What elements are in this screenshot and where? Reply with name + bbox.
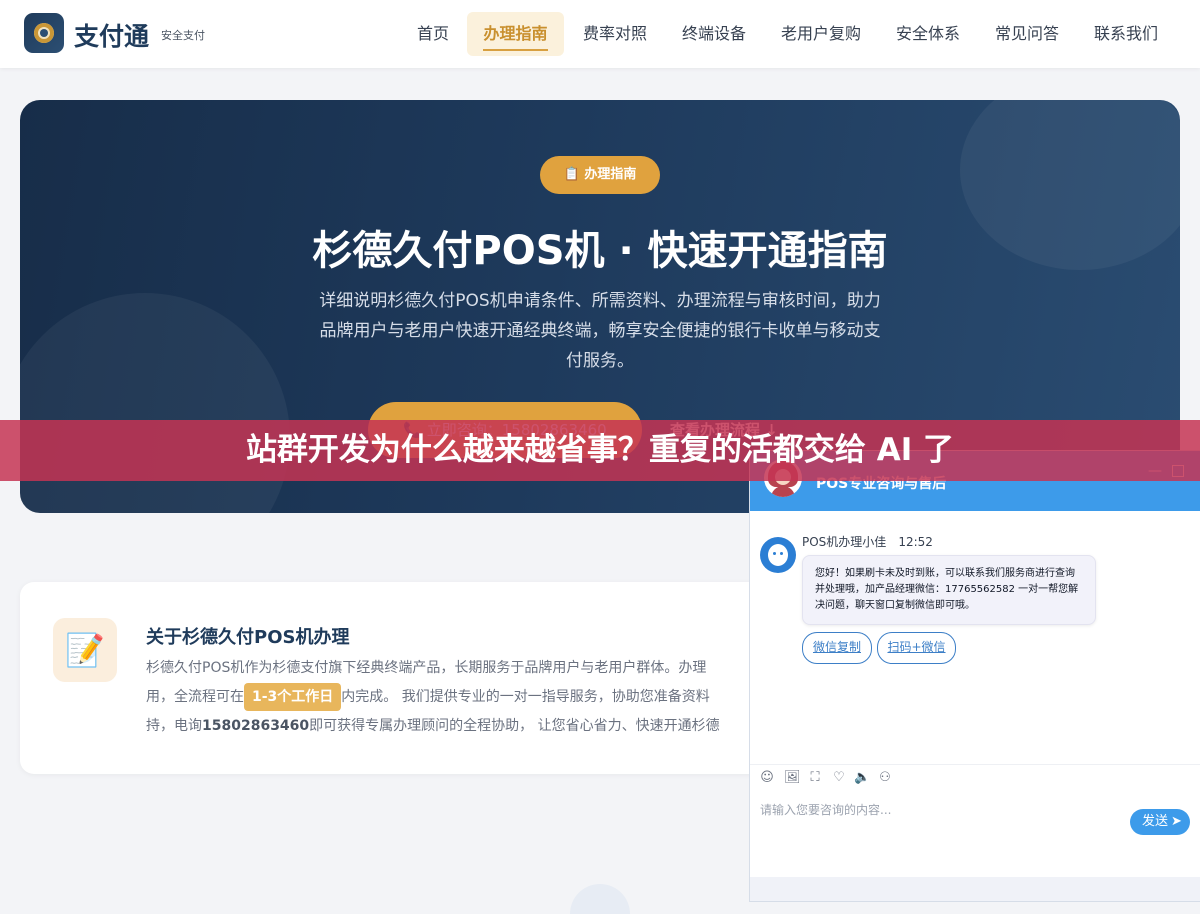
nav-item-devices[interactable]: 终端设备 bbox=[672, 12, 756, 56]
workdays-highlight: 1-3个工作日 bbox=[244, 683, 342, 711]
send-button[interactable]: 发送 ➤ bbox=[1130, 809, 1190, 835]
agent-face bbox=[768, 544, 788, 566]
about-text-span: 即可获得专属办理顾问的全程协助， 让您省心省力、快速开通杉德 bbox=[309, 718, 720, 734]
hero-description: 详细说明杉德久付POS机申请条件、所需资料、办理流程与审核时间，助力 品牌用户与… bbox=[288, 286, 912, 376]
agent-name-row: POS机办理小佳 12:52 bbox=[802, 533, 933, 550]
phone-number[interactable]: 15802863460 bbox=[202, 718, 309, 734]
copy-wechat-button[interactable]: 微信复制 bbox=[802, 632, 872, 664]
hero-desc-line: 付服务。 bbox=[566, 351, 634, 371]
send-arrow-icon: ➤ bbox=[1171, 814, 1182, 829]
hero-title: 杉德久付POS机 · 快速开通指南 bbox=[312, 228, 888, 274]
agent-eye bbox=[780, 552, 783, 555]
site-header: 支付通 安全支付 首页 办理指南 费率对照 终端设备 老用户复购 安全体系 常见… bbox=[0, 0, 1200, 68]
nav-item-guide-label: 办理指南 bbox=[483, 24, 548, 43]
screenshot-icon[interactable]: ⛶ bbox=[808, 771, 822, 785]
about-text-span: 内完成。 我们提供专业的一对一指导服务，协助您准备资料 bbox=[341, 689, 710, 705]
active-underline bbox=[483, 49, 548, 51]
overlay-banner: 站群开发为什么越来越省事？重复的活都交给 AI 了 bbox=[0, 420, 1200, 481]
agent-avatar bbox=[760, 537, 796, 573]
chat-toolbar: ☺ 🖼 ⛶ ♡ 🔈 ⚇ bbox=[750, 764, 1200, 793]
hero-desc-line: 品牌用户与老用户快速开通经典终端，畅享安全便捷的银行卡收单与移动支 bbox=[319, 321, 881, 341]
logo-subtitle: 安全支付 bbox=[161, 29, 205, 42]
nav-item-guide[interactable]: 办理指南 bbox=[467, 12, 564, 56]
hero-desc-line: 详细说明杉德久付POS机申请条件、所需资料、办理流程与审核时间，助力 bbox=[319, 291, 881, 311]
nav-item-rates[interactable]: 费率对照 bbox=[573, 12, 657, 56]
memo-icon: 📝 bbox=[53, 618, 117, 682]
scroll-top-hint[interactable] bbox=[570, 884, 630, 914]
sound-icon[interactable]: 🔈 bbox=[854, 771, 870, 785]
wechat-icon[interactable]: ⚇ bbox=[878, 771, 892, 785]
chat-input[interactable]: 请输入您要咨询的内容... bbox=[760, 801, 891, 818]
image-icon[interactable]: 🖼 bbox=[784, 771, 801, 785]
nav-item-home[interactable]: 首页 bbox=[398, 12, 468, 56]
about-title: 关于杉德久付POS机办理 bbox=[146, 627, 350, 648]
message-bubble: 您好！如果刷卡未及时到账，可以联系我们服务商进行查询并处理哦，加产品经理微信：1… bbox=[802, 555, 1096, 625]
logo-core bbox=[40, 29, 48, 37]
send-label: 发送 bbox=[1142, 814, 1169, 829]
message-time: 12:52 bbox=[898, 535, 933, 549]
avatar-body bbox=[771, 486, 795, 497]
chat-window: POS专业咨询与售后 — POS机办理小佳12:52 您好！如果刷卡未及时到账，… bbox=[749, 450, 1200, 902]
scan-wechat-button[interactable]: 扫码+微信 bbox=[877, 632, 956, 664]
about-text-span: 用，全流程可在 bbox=[146, 689, 244, 705]
banner-text: 站群开发为什么越来越省事？重复的活都交给 AI 了 bbox=[245, 432, 955, 468]
nav-item-repurchase[interactable]: 老用户复购 bbox=[771, 12, 871, 56]
chat-footer bbox=[750, 877, 1200, 901]
about-text-span: 持，电询 bbox=[146, 718, 202, 734]
agent-eye bbox=[773, 552, 776, 555]
logo-text[interactable]: 支付通 bbox=[74, 17, 149, 53]
agent-name: POS机办理小佳 bbox=[802, 535, 887, 549]
nav-item-faq[interactable]: 常见问答 bbox=[985, 12, 1069, 56]
emoji-icon[interactable]: ☺ bbox=[760, 771, 774, 785]
rate-icon[interactable]: ♡ bbox=[832, 771, 846, 785]
logo-icon[interactable] bbox=[24, 13, 64, 53]
nav-item-contact[interactable]: 联系我们 bbox=[1084, 12, 1168, 56]
guide-badge: 📋 办理指南 bbox=[540, 156, 660, 194]
nav-item-security[interactable]: 安全体系 bbox=[886, 12, 970, 56]
